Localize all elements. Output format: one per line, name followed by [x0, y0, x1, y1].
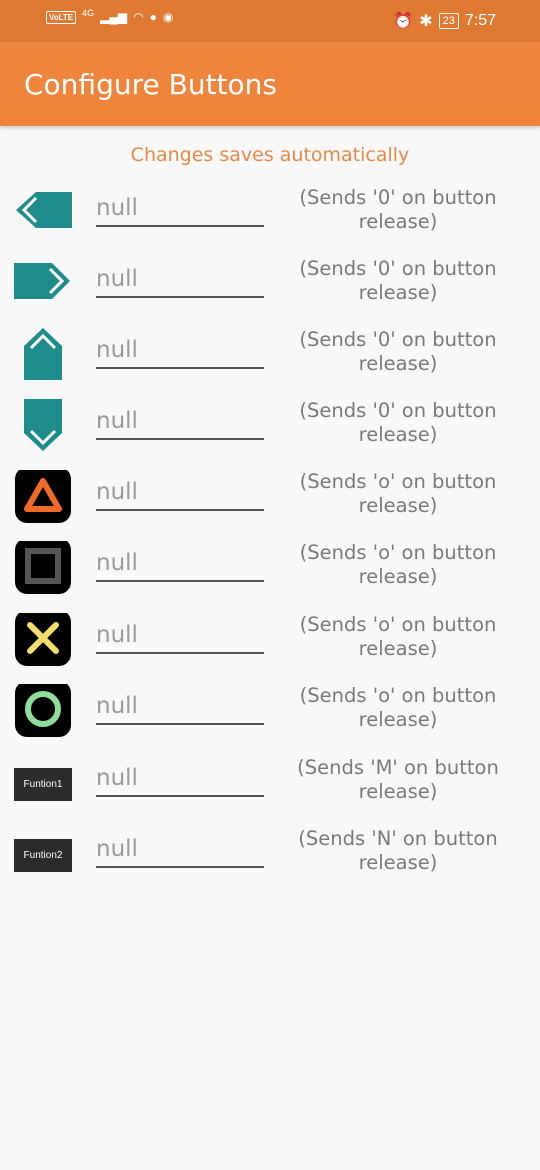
wifi-icon: ◠ — [133, 10, 144, 24]
snapchat-icon: ● — [149, 10, 157, 24]
clock: 7:57 — [464, 12, 496, 29]
command-input[interactable]: null — [96, 334, 264, 369]
command-input[interactable]: null — [96, 619, 264, 654]
arrow-right-icon[interactable] — [14, 257, 72, 315]
list-item: null (Sends '0' on button release) — [0, 328, 540, 399]
list-item: Funtion2 null (Sends 'N' on button relea… — [0, 827, 540, 898]
status-right: ⏰ ✱ 23 7:57 — [393, 11, 496, 31]
volte-icon: VoLTE — [46, 10, 77, 24]
command-input[interactable]: null — [96, 547, 264, 582]
arrow-left-icon[interactable] — [14, 186, 72, 244]
app-bar: Configure Buttons — [0, 42, 540, 126]
arrow-up-icon[interactable] — [14, 328, 72, 386]
send-note: (Sends 'N' on button release) — [298, 827, 498, 874]
send-note: (Sends 'o' on button release) — [299, 684, 497, 731]
send-note: (Sends 'o' on button release) — [299, 470, 497, 517]
command-input[interactable]: null — [96, 192, 264, 227]
list-item: null (Sends 'o' on button release) — [0, 684, 540, 755]
network-label: 4G — [82, 8, 95, 18]
status-left: VoLTE 4G ▂▄▆ ◠ ● ◉ — [46, 8, 174, 24]
arrow-down-icon[interactable] — [14, 399, 72, 457]
function2-button[interactable]: Funtion2 — [14, 839, 72, 872]
list-item: Funtion1 null (Sends 'M' on button relea… — [0, 756, 540, 827]
command-input[interactable]: null — [96, 263, 264, 298]
list-item: null (Sends 'o' on button release) — [0, 613, 540, 684]
command-input[interactable]: null — [96, 405, 264, 440]
list-item: null (Sends 'o' on button release) — [0, 470, 540, 541]
send-note: (Sends '0' on button release) — [299, 399, 497, 446]
square-icon[interactable] — [14, 541, 72, 599]
battery-icon: 23 — [438, 13, 459, 29]
list-item: null (Sends '0' on button release) — [0, 399, 540, 470]
bluetooth-icon: ✱ — [419, 13, 433, 30]
circle-icon[interactable] — [14, 684, 72, 742]
function1-button[interactable]: Funtion1 — [14, 768, 72, 801]
send-note: (Sends 'o' on button release) — [299, 541, 497, 588]
list-item: null (Sends 'o' on button release) — [0, 541, 540, 612]
list-item: null (Sends '0' on button release) — [0, 257, 540, 328]
command-input[interactable]: null — [96, 690, 264, 725]
status-bar: VoLTE 4G ▂▄▆ ◠ ● ◉ ⏰ ✱ 23 7:57 — [0, 0, 540, 42]
send-note: (Sends '0' on button release) — [299, 257, 497, 304]
triangle-icon[interactable] — [14, 470, 72, 528]
command-input[interactable]: null — [96, 762, 264, 797]
signal-icon: ▂▄▆ — [100, 10, 128, 24]
whatsapp-icon: ◉ — [162, 10, 174, 24]
list-item: null (Sends '0' on button release) — [0, 186, 540, 257]
page-title: Configure Buttons — [24, 68, 277, 101]
send-note: (Sends '0' on button release) — [299, 328, 497, 375]
alarm-icon: ⏰ — [393, 13, 414, 30]
send-note: (Sends 'o' on button release) — [299, 613, 497, 660]
command-input[interactable]: null — [96, 476, 264, 511]
command-input[interactable]: null — [96, 833, 264, 868]
cross-icon[interactable] — [14, 613, 72, 671]
send-note: (Sends 'M' on button release) — [297, 756, 499, 803]
send-note: (Sends '0' on button release) — [299, 186, 497, 233]
autosave-hint: Changes saves automatically — [130, 144, 410, 166]
